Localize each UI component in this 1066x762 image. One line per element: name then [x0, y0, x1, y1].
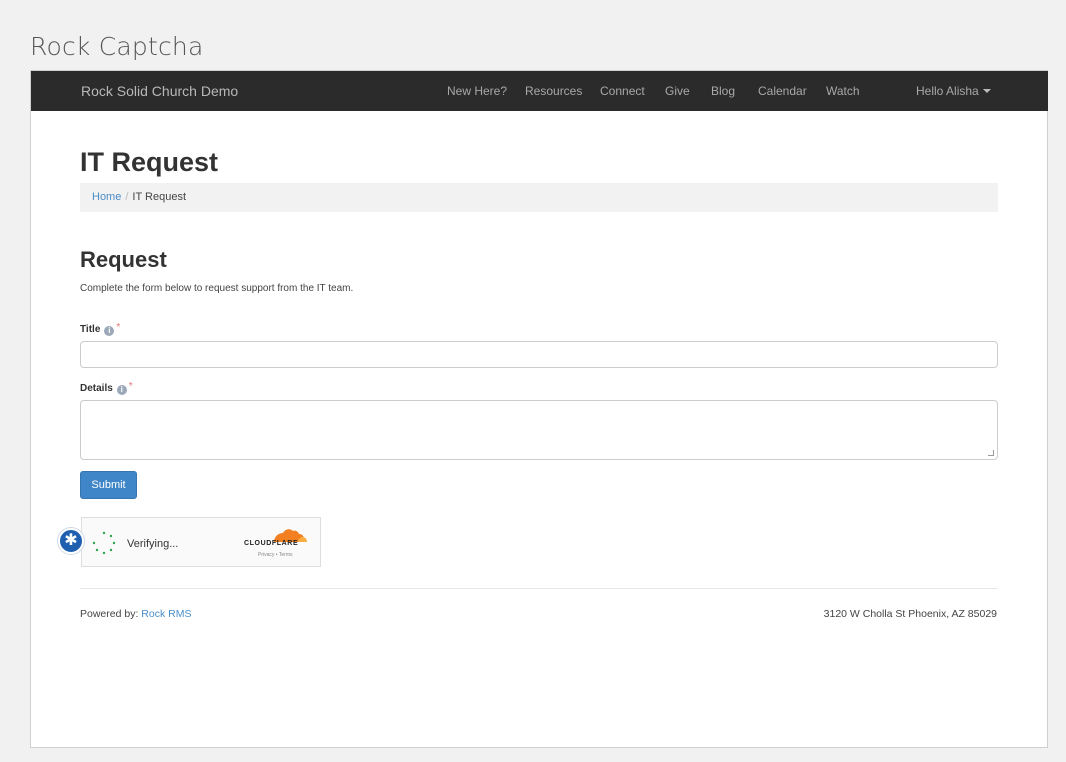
powered-by: Powered by: Rock RMS	[80, 608, 191, 620]
asterisk-badge-icon: ✱	[58, 528, 84, 554]
required-indicator: *	[116, 322, 121, 333]
nav-give[interactable]: Give	[665, 84, 690, 98]
footer-divider	[80, 588, 998, 589]
info-icon[interactable]: i	[116, 385, 127, 395]
powered-by-prefix: Powered by:	[80, 608, 139, 620]
browser-frame: Rock Solid Church Demo New Here? Resourc…	[30, 70, 1048, 748]
church-address: 3120 W Cholla St Phoenix, AZ 85029	[823, 608, 997, 620]
captcha-status: Verifying...	[127, 538, 179, 550]
site-brand[interactable]: Rock Solid Church Demo	[81, 83, 238, 99]
nav-resources[interactable]: Resources	[525, 84, 582, 98]
nav-connect[interactable]: Connect	[600, 84, 645, 98]
breadcrumb-home[interactable]: Home	[92, 191, 121, 203]
submit-button[interactable]: Submit	[80, 471, 137, 499]
top-navbar: Rock Solid Church Demo New Here? Resourc…	[31, 71, 1048, 111]
captcha-terms-link[interactable]: Terms	[279, 552, 293, 558]
nav-blog[interactable]: Blog	[711, 84, 735, 98]
rock-rms-link[interactable]: Rock RMS	[141, 608, 191, 620]
captcha-link-separator: •	[275, 552, 278, 558]
section-description: Complete the form below to request suppo…	[80, 283, 354, 294]
user-menu[interactable]: Hello Alisha	[916, 84, 991, 98]
section-title: Request	[80, 247, 167, 272]
title-label-text: Title	[80, 324, 101, 335]
page-title: IT Request	[80, 147, 219, 177]
resize-handle-icon[interactable]	[988, 450, 994, 456]
captcha-links: Privacy • Terms	[258, 552, 293, 558]
caret-down-icon	[982, 89, 991, 93]
info-icon[interactable]: i	[104, 326, 115, 336]
details-textarea[interactable]	[80, 400, 998, 460]
document-title: Rock Captcha	[30, 32, 204, 61]
cloudflare-captcha-widget[interactable]: Verifying... CLOUDFLARE Privacy • Terms	[81, 517, 321, 567]
spinner-icon	[92, 531, 116, 555]
cloudflare-wordmark: CLOUDFLARE	[244, 540, 299, 547]
required-indicator: *	[128, 381, 133, 392]
breadcrumb-separator: /	[125, 191, 129, 203]
user-menu-label: Hello Alisha	[916, 84, 979, 98]
nav-new-here[interactable]: New Here?	[447, 84, 507, 98]
title-label: Title i *	[80, 322, 120, 336]
details-label: Details i *	[80, 381, 133, 395]
title-input[interactable]	[80, 341, 998, 368]
breadcrumb-current: IT Request	[132, 191, 187, 203]
captcha-privacy-link[interactable]: Privacy	[258, 552, 274, 558]
breadcrumb: Home / IT Request	[80, 183, 998, 212]
details-label-text: Details	[80, 383, 113, 394]
nav-calendar[interactable]: Calendar	[758, 84, 807, 98]
nav-watch[interactable]: Watch	[826, 84, 860, 98]
